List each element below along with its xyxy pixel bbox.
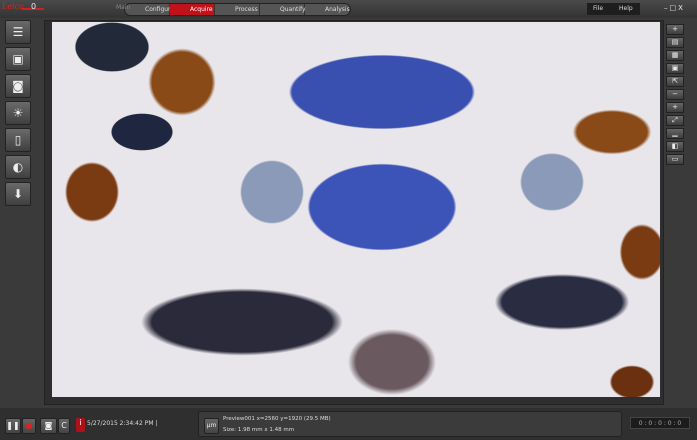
zoom-out-icon[interactable]: − [666, 89, 684, 100]
image-info-panel: µm Preview001 x=2560 y=1920 (29.5 MB) Si… [198, 411, 622, 437]
document-icon[interactable]: ☰ [5, 20, 31, 44]
brightness-contrast-icon[interactable]: ◐ [5, 155, 31, 179]
workspace-label[interactable]: Main [116, 4, 130, 11]
menu-file[interactable]: File [593, 5, 603, 13]
save-icon[interactable]: ▣ [666, 63, 684, 74]
left-toolbar: ☰ ▣ ◙ ☀ ▯ ◐ ⬇ [5, 20, 33, 209]
tab-acquire[interactable]: Acquire [170, 4, 215, 15]
histogram-icon[interactable]: ▁ [666, 128, 684, 139]
right-toolbar: + ▤ ▦ ▣ ⇱ − + ⤢ ▁ ◧ ▭ [666, 24, 686, 167]
pause-button[interactable]: ❚❚ [5, 418, 21, 434]
unit-button[interactable]: µm [204, 418, 219, 434]
record-button[interactable]: ● [22, 418, 36, 434]
grid-icon[interactable]: ▦ [666, 50, 684, 61]
camera-icon[interactable]: ◙ [5, 74, 31, 98]
microscope-image[interactable] [52, 22, 660, 397]
add-icon[interactable]: + [666, 24, 684, 35]
image-browser-icon[interactable]: ▣ [5, 47, 31, 71]
filter-icon[interactable]: ▯ [5, 128, 31, 152]
tab-analysis[interactable]: Analysis [305, 4, 350, 15]
timestamp: 5/27/2015 2:34:42 PM | [87, 420, 158, 427]
timer-display: 0 : 0 : 0 : 0 : 0 [630, 417, 690, 429]
title-bar: Leica 0 Configuration Acquire Process Qu… [0, 0, 697, 18]
compare-icon[interactable]: ◧ [666, 141, 684, 152]
menu-help[interactable]: Help [619, 5, 633, 13]
tab-quantify[interactable]: Quantify [260, 4, 306, 15]
export-icon[interactable]: ⇱ [666, 76, 684, 87]
refresh-button[interactable]: C [58, 418, 70, 434]
image-size: Size: 1.98 mm x 1.48 mm [223, 427, 295, 433]
illumination-icon[interactable]: ☀ [5, 101, 31, 125]
leica-logo: Leica [2, 2, 24, 11]
menu-bar: File Help [587, 3, 640, 15]
overlay-icon[interactable]: ▭ [666, 154, 684, 165]
workflow-tabs: Configuration Acquire Process Quantify A… [124, 3, 351, 16]
image-info: Preview001 x=2560 y=1920 (29.5 MB) [223, 416, 331, 422]
download-icon[interactable]: ⬇ [5, 182, 31, 206]
tab-configuration[interactable]: Configuration [125, 4, 186, 15]
snapshot-button[interactable]: ◙ [40, 418, 57, 434]
tab-process[interactable]: Process [215, 4, 260, 15]
layout-icon[interactable]: ▤ [666, 37, 684, 48]
fit-icon[interactable]: ⤢ [666, 115, 684, 126]
zoom-in-icon[interactable]: + [666, 102, 684, 113]
window-controls[interactable]: –□X [664, 4, 685, 12]
info-icon[interactable]: i [76, 418, 85, 432]
slider-value: 0 [31, 2, 37, 11]
